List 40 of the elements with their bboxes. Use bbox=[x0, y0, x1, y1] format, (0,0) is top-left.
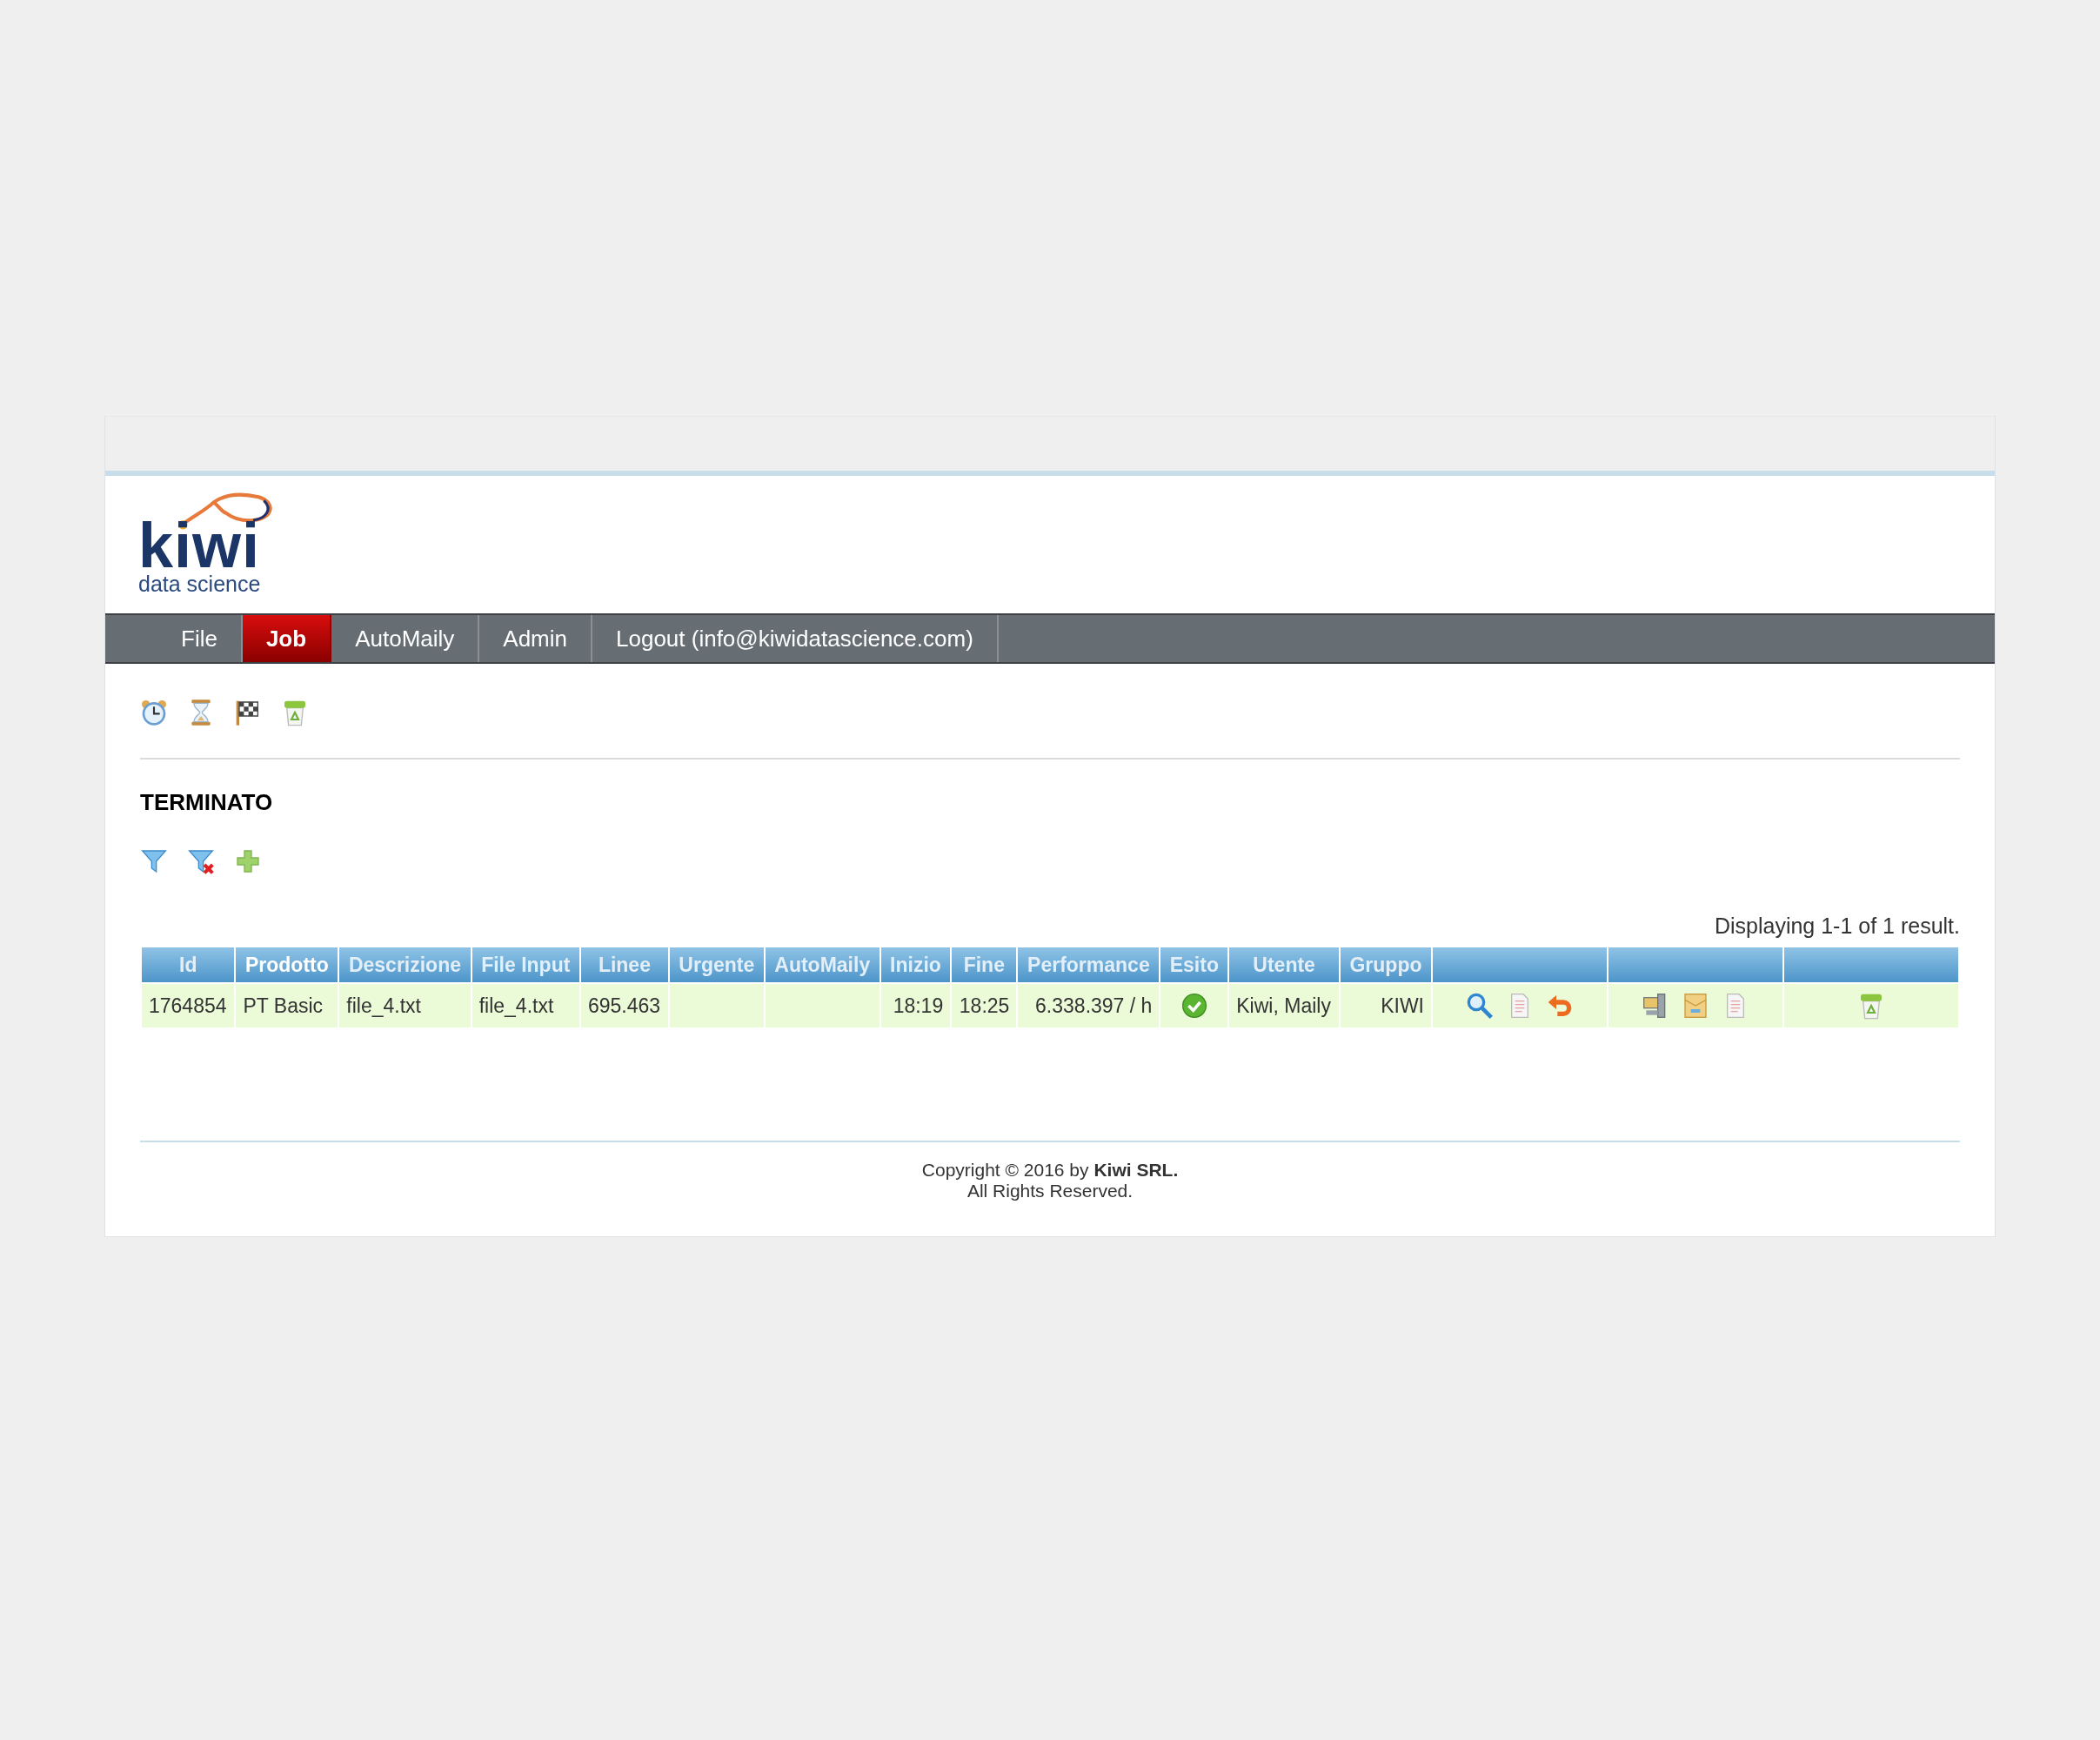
column-header[interactable]: Gruppo bbox=[1340, 947, 1431, 982]
column-header[interactable]: File Input bbox=[471, 947, 579, 982]
column-header[interactable]: Prodotto bbox=[236, 947, 338, 982]
section-title: TERMINATO bbox=[140, 789, 274, 816]
filter-remove-icon[interactable] bbox=[187, 847, 215, 875]
column-header[interactable]: Performance bbox=[1018, 947, 1160, 982]
table-cell: file_4.txt bbox=[471, 984, 579, 1027]
column-header[interactable]: Fine bbox=[952, 947, 1017, 982]
envelope-icon[interactable] bbox=[1682, 992, 1709, 1020]
copyright-text: Copyright © 2016 by Kiwi SRL. bbox=[920, 1160, 1180, 1181]
result-summary: Displaying 1-1 of 1 result. bbox=[1713, 914, 1960, 939]
column-header[interactable]: Linee bbox=[580, 947, 668, 982]
menu-item[interactable]: Job bbox=[242, 615, 332, 662]
table-cell: KIWI bbox=[1340, 984, 1431, 1027]
column-header[interactable]: Esito bbox=[1160, 947, 1228, 982]
menu-item[interactable]: Logout (info@kiwidatascience.com) bbox=[592, 615, 999, 662]
search-icon[interactable] bbox=[1466, 992, 1494, 1020]
plus-icon[interactable] bbox=[234, 847, 262, 875]
rights-text: All Rights Reserved. bbox=[966, 1181, 1134, 1201]
column-header[interactable]: Id bbox=[142, 947, 235, 982]
table-cell: 6.338.397 / h bbox=[1018, 984, 1160, 1027]
table-cell: PT Basic bbox=[236, 984, 338, 1027]
column-header[interactable]: Inizio bbox=[880, 947, 951, 982]
table-cell: file_4.txt bbox=[339, 984, 471, 1027]
filter-icon[interactable] bbox=[140, 847, 168, 875]
column-header[interactable]: Descrizione bbox=[339, 947, 471, 982]
logo-wordmark: kiwi bbox=[138, 519, 262, 572]
column-header[interactable]: Utente bbox=[1229, 947, 1339, 982]
menu-item[interactable]: Admin bbox=[479, 615, 592, 662]
alarm-clock-icon[interactable] bbox=[140, 699, 168, 726]
column-header[interactable]: AutoMaily bbox=[765, 947, 879, 982]
table-cell: 18:19 bbox=[880, 984, 951, 1027]
menu-item[interactable]: AutoMaily bbox=[331, 615, 480, 662]
table-cell: 695.463 bbox=[580, 984, 668, 1027]
table-cell: 1764854 bbox=[142, 984, 235, 1027]
table-cell: 18:25 bbox=[952, 984, 1017, 1027]
column-header[interactable]: Urgente bbox=[669, 947, 764, 982]
check-icon bbox=[1180, 992, 1208, 1020]
logo-tagline: data science bbox=[138, 572, 262, 596]
table-cell: Kiwi, Maily bbox=[1229, 984, 1339, 1027]
